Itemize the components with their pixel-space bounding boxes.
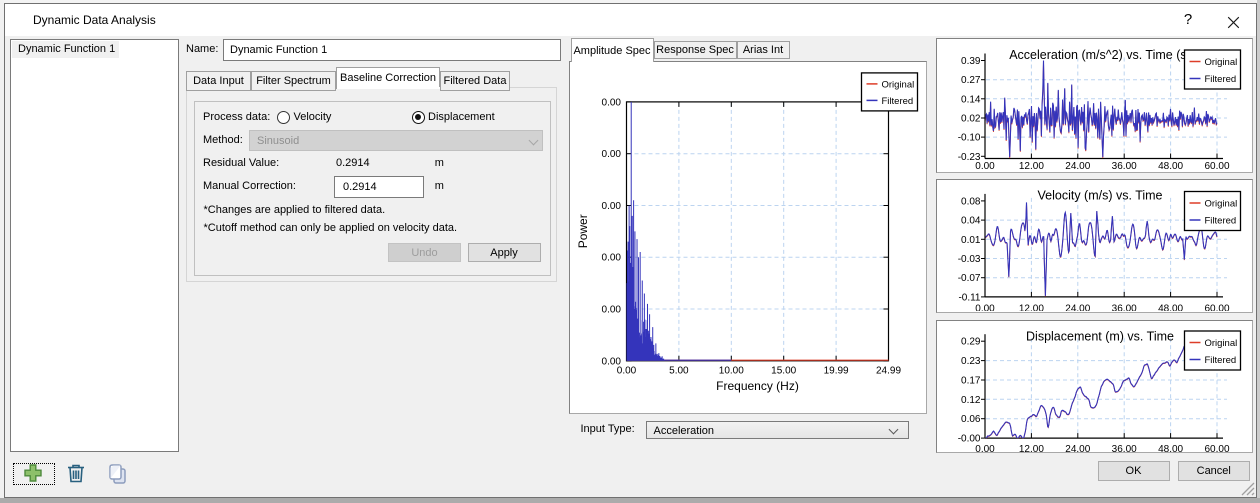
svg-text:0.12: 0.12 <box>961 394 981 405</box>
svg-text:24.00: 24.00 <box>1065 444 1090 453</box>
svg-text:5.00: 5.00 <box>669 365 689 376</box>
svg-text:12.00: 12.00 <box>1019 303 1044 311</box>
svg-text:60.00: 60.00 <box>1204 303 1229 311</box>
svg-text:0.02: 0.02 <box>961 114 981 125</box>
svg-text:24.00: 24.00 <box>1065 161 1090 172</box>
svg-text:Filtered: Filtered <box>1205 355 1237 366</box>
svg-text:-0.00: -0.00 <box>958 433 981 444</box>
svg-text:48.00: 48.00 <box>1158 303 1183 311</box>
svg-text:Original: Original <box>881 79 914 90</box>
svg-text:0.27: 0.27 <box>961 75 981 86</box>
svg-text:0.00: 0.00 <box>601 304 621 315</box>
svg-text:Velocity (m/s) vs. Time: Velocity (m/s) vs. Time <box>1037 188 1162 202</box>
svg-text:0.00: 0.00 <box>616 365 636 376</box>
svg-text:48.00: 48.00 <box>1158 161 1183 172</box>
svg-text:0.00: 0.00 <box>601 97 621 108</box>
svg-text:12.00: 12.00 <box>1019 444 1044 453</box>
svg-text:60.00: 60.00 <box>1204 161 1229 172</box>
svg-text:0.06: 0.06 <box>961 414 981 425</box>
svg-text:0.08: 0.08 <box>961 196 981 207</box>
svg-text:0.17: 0.17 <box>961 375 981 386</box>
svg-text:0.00: 0.00 <box>601 252 621 263</box>
svg-text:Frequency (Hz): Frequency (Hz) <box>716 378 799 392</box>
svg-text:-0.03: -0.03 <box>958 254 981 265</box>
svg-text:36.00: 36.00 <box>1112 161 1137 172</box>
svg-text:0.00: 0.00 <box>975 444 995 453</box>
svg-text:15.00: 15.00 <box>771 365 796 376</box>
svg-text:12.00: 12.00 <box>1019 161 1044 172</box>
svg-text:Power: Power <box>576 214 590 248</box>
svg-text:0.29: 0.29 <box>961 336 981 347</box>
svg-text:24.99: 24.99 <box>875 365 900 376</box>
svg-text:0.00: 0.00 <box>975 303 995 311</box>
svg-text:0.14: 0.14 <box>961 94 981 105</box>
svg-text:24.00: 24.00 <box>1065 303 1090 311</box>
svg-text:19.99: 19.99 <box>823 365 848 376</box>
svg-text:0.00: 0.00 <box>601 201 621 212</box>
svg-text:48.00: 48.00 <box>1158 444 1183 453</box>
svg-text:-0.11: -0.11 <box>958 292 980 303</box>
svg-text:0.23: 0.23 <box>961 356 981 367</box>
svg-text:36.00: 36.00 <box>1112 444 1137 453</box>
svg-text:0.39: 0.39 <box>961 56 981 67</box>
svg-text:0.01: 0.01 <box>961 234 981 245</box>
svg-text:Filtered: Filtered <box>881 95 913 106</box>
svg-text:10.00: 10.00 <box>718 365 743 376</box>
svg-text:Original: Original <box>1205 57 1238 68</box>
svg-text:Filtered: Filtered <box>1205 74 1237 85</box>
svg-text:0.04: 0.04 <box>961 215 981 226</box>
svg-text:Displacement (m) vs. Time: Displacement (m) vs. Time <box>1026 329 1174 343</box>
svg-text:0.00: 0.00 <box>975 161 995 172</box>
svg-text:Original: Original <box>1205 338 1238 349</box>
svg-text:Filtered: Filtered <box>1205 215 1237 226</box>
svg-text:36.00: 36.00 <box>1112 303 1137 311</box>
svg-text:-0.07: -0.07 <box>958 273 981 284</box>
svg-text:-0.10: -0.10 <box>958 133 981 144</box>
svg-text:0.00: 0.00 <box>601 149 621 160</box>
svg-text:60.00: 60.00 <box>1204 444 1229 453</box>
svg-text:Acceleration (m/s^2) vs. Time: Acceleration (m/s^2) vs. Time (s) <box>1009 48 1191 62</box>
svg-text:Original: Original <box>1205 198 1238 209</box>
